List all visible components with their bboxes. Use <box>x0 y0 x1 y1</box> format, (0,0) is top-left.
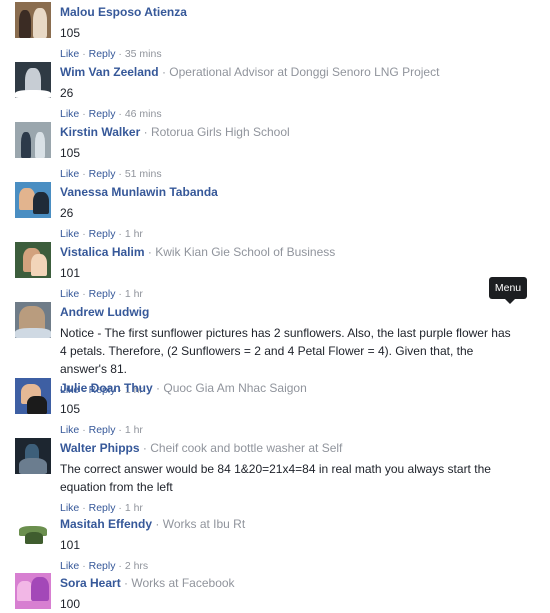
commenter-work: Works at Ibu Rt <box>162 517 246 531</box>
comment-body: Kirstin Walker · Rotorua Girls High Scho… <box>60 125 520 181</box>
comment-actions: Like · Reply · 1 hr <box>60 424 143 436</box>
comment-time[interactable]: 1 hr <box>125 424 143 436</box>
comment-time[interactable]: 1 hr <box>125 288 143 300</box>
comment-text: 26 <box>60 206 74 220</box>
comment-header: Masitah Effendy · Works at Ibu Rt <box>60 517 246 531</box>
commenter-name[interactable]: Julie Doan Thuy <box>60 381 153 395</box>
comment-body: Malou Esposo Atienza 105 Like · Reply · … <box>60 5 520 61</box>
comment-actions: Like · Reply · 1 hr <box>60 502 143 514</box>
commenter-work: Cheif cook and bottle washer at Self <box>150 441 343 455</box>
comment-body: Masitah Effendy · Works at Ibu Rt 101 Li… <box>60 517 520 573</box>
avatar[interactable] <box>15 2 51 38</box>
like-link[interactable]: Like <box>60 108 79 120</box>
avatar[interactable] <box>15 242 51 278</box>
comment-body: Vistalica Halim · Kwik Kian Gie School o… <box>60 245 520 301</box>
reply-link[interactable]: Reply <box>89 560 116 572</box>
comment-header: Malou Esposo Atienza <box>60 5 520 20</box>
comment-text: 100 <box>60 597 81 611</box>
reply-link[interactable]: Reply <box>89 168 116 180</box>
reply-link[interactable]: Reply <box>89 48 116 60</box>
avatar[interactable] <box>15 122 51 158</box>
comment-text: The correct answer would be 84 1&20=21x4… <box>60 462 491 494</box>
comment-body: Sora Heart · Works at Facebook 100 <box>60 576 520 613</box>
commenter-work: Rotorua Girls High School <box>150 125 290 139</box>
comment-time[interactable]: 46 mins <box>125 108 162 120</box>
avatar[interactable] <box>15 378 51 414</box>
commenter-name[interactable]: Vanessa Munlawin Tabanda <box>60 185 218 199</box>
comment-header: Vanessa Munlawin Tabanda <box>60 185 520 200</box>
comment-text: 26 <box>60 86 74 100</box>
comment-header: Wim Van Zeeland · Operational Advisor at… <box>60 65 440 79</box>
commenter-name[interactable]: Vistalica Halim <box>60 245 145 259</box>
comment-actions: Like · Reply · 51 mins <box>60 168 162 180</box>
like-link[interactable]: Like <box>60 168 79 180</box>
comment-body: Wim Van Zeeland · Operational Advisor at… <box>60 65 520 121</box>
comment-body: Vanessa Munlawin Tabanda 26 Like · Reply… <box>60 185 520 241</box>
comment-body: Julie Doan Thuy · Quoc Gia Am Nhac Saigo… <box>60 381 520 437</box>
comment-header: Vistalica Halim · Kwik Kian Gie School o… <box>60 245 336 259</box>
comment-time[interactable]: 51 mins <box>125 168 162 180</box>
comment-text: Notice - The first sunflower pictures ha… <box>60 326 511 376</box>
comment-text: 101 <box>60 538 81 552</box>
reply-link[interactable]: Reply <box>89 502 116 514</box>
comment-time[interactable]: 2 hrs <box>125 560 148 572</box>
comment-text: 105 <box>60 146 81 160</box>
commenter-work: Kwik Kian Gie School of Business <box>155 245 336 259</box>
comment-time[interactable]: 1 hr <box>125 228 143 240</box>
like-link[interactable]: Like <box>60 502 79 514</box>
menu-tooltip: Menu <box>489 277 527 304</box>
like-link[interactable]: Like <box>60 228 79 240</box>
comment-header: Kirstin Walker · Rotorua Girls High Scho… <box>60 125 290 139</box>
comment-header: Sora Heart · Works at Facebook <box>60 576 235 590</box>
like-link[interactable]: Like <box>60 48 79 60</box>
commenter-name[interactable]: Malou Esposo Atienza <box>60 5 187 19</box>
commenter-name[interactable]: Sora Heart <box>60 576 121 590</box>
comment-body: Walter Phipps · Cheif cook and bottle wa… <box>60 441 520 515</box>
avatar[interactable] <box>15 62 51 98</box>
reply-link[interactable]: Reply <box>89 108 116 120</box>
comment-actions: Like · Reply · 1 hr <box>60 228 143 240</box>
reply-link[interactable]: Reply <box>89 228 116 240</box>
commenter-name[interactable]: Wim Van Zeeland <box>60 65 159 79</box>
comment-text: 101 <box>60 266 81 280</box>
comment-time[interactable]: 35 mins <box>125 48 162 60</box>
comment-actions: Like · Reply · 35 mins <box>60 48 162 60</box>
comment-actions: Like · Reply · 2 hrs <box>60 560 149 572</box>
avatar[interactable] <box>15 514 51 550</box>
comment-header: Julie Doan Thuy · Quoc Gia Am Nhac Saigo… <box>60 381 307 395</box>
like-link[interactable]: Like <box>60 424 79 436</box>
avatar[interactable] <box>15 302 51 338</box>
commenter-name[interactable]: Kirstin Walker <box>60 125 140 139</box>
like-link[interactable]: Like <box>60 560 79 572</box>
commenter-work: Quoc Gia Am Nhac Saigon <box>163 381 307 395</box>
commenter-name[interactable]: Walter Phipps <box>60 441 140 455</box>
commenter-name[interactable]: Andrew Ludwig <box>60 305 149 319</box>
comment-text: 105 <box>60 26 81 40</box>
avatar[interactable] <box>15 573 51 609</box>
avatar[interactable] <box>15 438 51 474</box>
commenter-name[interactable]: Masitah Effendy <box>60 517 152 531</box>
reply-link[interactable]: Reply <box>89 424 116 436</box>
comment-actions: Like · Reply · 46 mins <box>60 108 162 120</box>
comment-header: Walter Phipps · Cheif cook and bottle wa… <box>60 441 343 455</box>
like-link[interactable]: Like <box>60 288 79 300</box>
reply-link[interactable]: Reply <box>89 288 116 300</box>
comment-actions: Like · Reply · 1 hr <box>60 288 143 300</box>
comment-text: 105 <box>60 402 81 416</box>
commenter-work: Operational Advisor at Donggi Senoro LNG… <box>169 65 440 79</box>
comment-time[interactable]: 1 hr <box>125 502 143 514</box>
avatar[interactable] <box>15 182 51 218</box>
commenter-work: Works at Facebook <box>131 576 235 590</box>
comment-header: Andrew Ludwig <box>60 305 520 320</box>
